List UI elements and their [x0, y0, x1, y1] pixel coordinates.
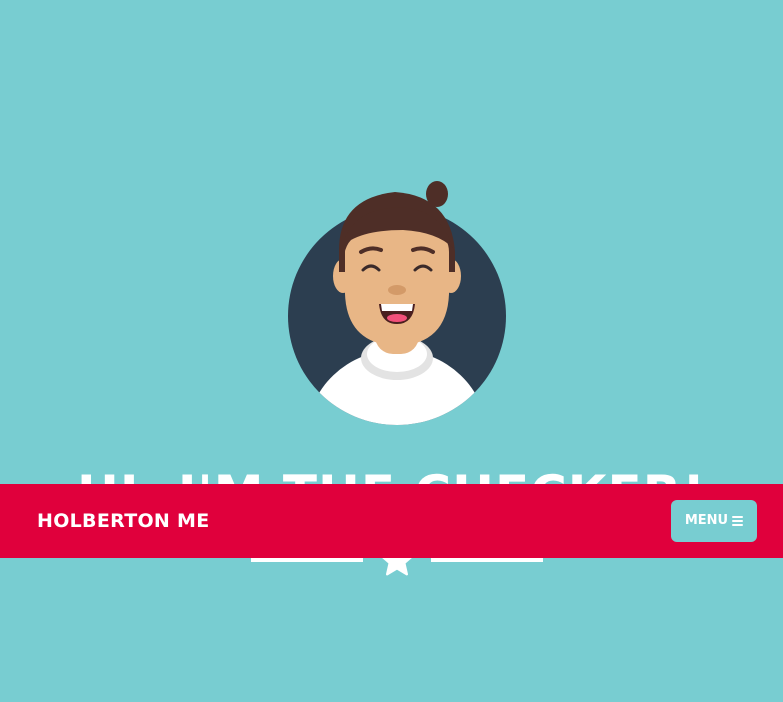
navbar: HOLBERTON ME MENU [0, 484, 783, 558]
hero-section: HI, I'M THE CHECKER! [0, 0, 783, 702]
bars-icon [732, 516, 744, 526]
avatar [288, 181, 506, 425]
menu-button-label: MENU [684, 513, 729, 528]
brand-link[interactable]: HOLBERTON ME [37, 508, 210, 534]
menu-button[interactable]: MENU [671, 500, 757, 542]
